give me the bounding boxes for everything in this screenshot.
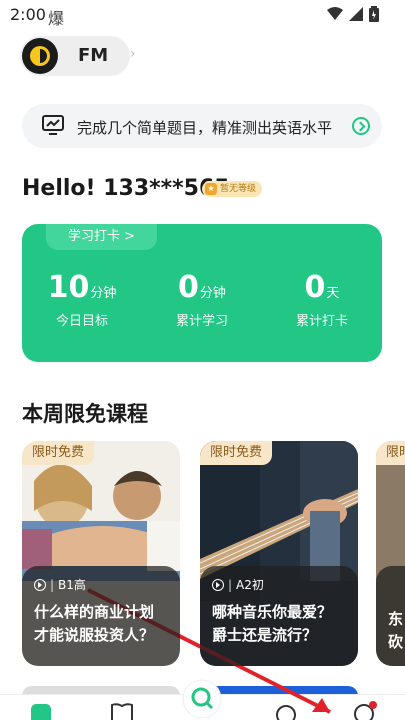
- stat-value: 10: [47, 270, 90, 305]
- stat-value: 0: [178, 270, 199, 305]
- stat-unit: 分钟: [90, 286, 117, 301]
- course-title: 东砍: [388, 610, 404, 651]
- notification-glyph: 爆: [48, 9, 65, 28]
- stat-total-checkin: 0天 累计打卡: [272, 270, 372, 329]
- course-level: B1高: [58, 578, 86, 592]
- level-test-banner[interactable]: 完成几个简单题目，精准测出英语水平: [22, 104, 382, 148]
- nav-discover-icon[interactable]: [274, 703, 298, 720]
- checkin-button[interactable]: 学习打卡 >: [46, 224, 157, 250]
- status-time: 2:00: [10, 5, 46, 24]
- level-badge-label: 暂无等级: [220, 184, 257, 194]
- stat-caption: 累计打卡: [295, 314, 348, 329]
- stat-value: 0: [304, 270, 326, 305]
- chevron-right-icon: ›: [130, 46, 136, 62]
- free-tag: 限时: [376, 441, 405, 465]
- status-bar: 2:00 爆: [0, 0, 405, 28]
- signal-icon: [349, 7, 363, 21]
- fm-label: FM: [78, 45, 109, 66]
- stat-caption: 今日目标: [55, 314, 108, 329]
- course-info: 东砍: [376, 566, 405, 666]
- nav-book-icon[interactable]: [110, 703, 134, 720]
- stat-unit: 天: [326, 286, 340, 301]
- monitor-chart-icon: [42, 115, 64, 135]
- course-info: | B1高 什么样的商业计划才能说服投资人？: [22, 566, 180, 666]
- stat-caption: 累计学习: [175, 314, 228, 329]
- section-title: 本周限免课程: [22, 402, 148, 426]
- play-icon: [34, 578, 46, 591]
- battery-icon: [369, 6, 379, 22]
- star-icon: ★: [205, 183, 217, 195]
- status-icons: [327, 6, 379, 22]
- play-icon: [212, 578, 224, 591]
- stat-unit: 分钟: [199, 286, 226, 301]
- fm-button[interactable]: FM ›: [20, 36, 136, 76]
- level-test-text: 完成几个简单题目，精准测出英语水平: [77, 119, 333, 137]
- stat-today-goal: 10分钟 今日目标: [32, 270, 132, 329]
- fm-logo-icon: [22, 38, 58, 74]
- course-info: | A2初 哪种音乐你最爱？爵士还是流行？: [200, 566, 358, 666]
- course-title: 哪种音乐你最爱？爵士还是流行？: [212, 603, 333, 644]
- app-screen: 2:00 爆 FM › 完成几个简单题目，精准测出英语水平 Hello! 133…: [0, 0, 405, 720]
- course-card-music[interactable]: 限时免费 | A2初 哪种音乐你最爱？爵士还是流行？: [200, 441, 358, 666]
- course-card-third[interactable]: 限时 东砍: [376, 441, 405, 666]
- nav-search-icon[interactable]: [182, 679, 222, 719]
- greeting-text: Hello! 133***565: [22, 176, 230, 201]
- course-card-business[interactable]: 限时免费 | B1高 什么样的商业计划才能说服投资人？: [22, 441, 180, 666]
- free-tag: 限时免费: [200, 441, 273, 465]
- bottom-nav: [0, 679, 405, 720]
- wifi-icon: [327, 7, 343, 20]
- stat-total-study: 0分钟 累计学习: [152, 270, 252, 329]
- level-badge[interactable]: ★ 暂无等级: [202, 181, 263, 197]
- nav-profile-icon[interactable]: [352, 701, 378, 720]
- nav-home-icon[interactable]: [30, 703, 52, 720]
- arrow-right-circle-icon: [352, 117, 370, 135]
- free-tag: 限时免费: [22, 441, 95, 465]
- study-stats-card[interactable]: 学习打卡 > 10分钟 今日目标 0分钟 累计学习 0天 累计打卡: [22, 224, 382, 362]
- course-title: 什么样的商业计划才能说服投资人？: [34, 603, 155, 644]
- course-level: A2初: [236, 578, 264, 592]
